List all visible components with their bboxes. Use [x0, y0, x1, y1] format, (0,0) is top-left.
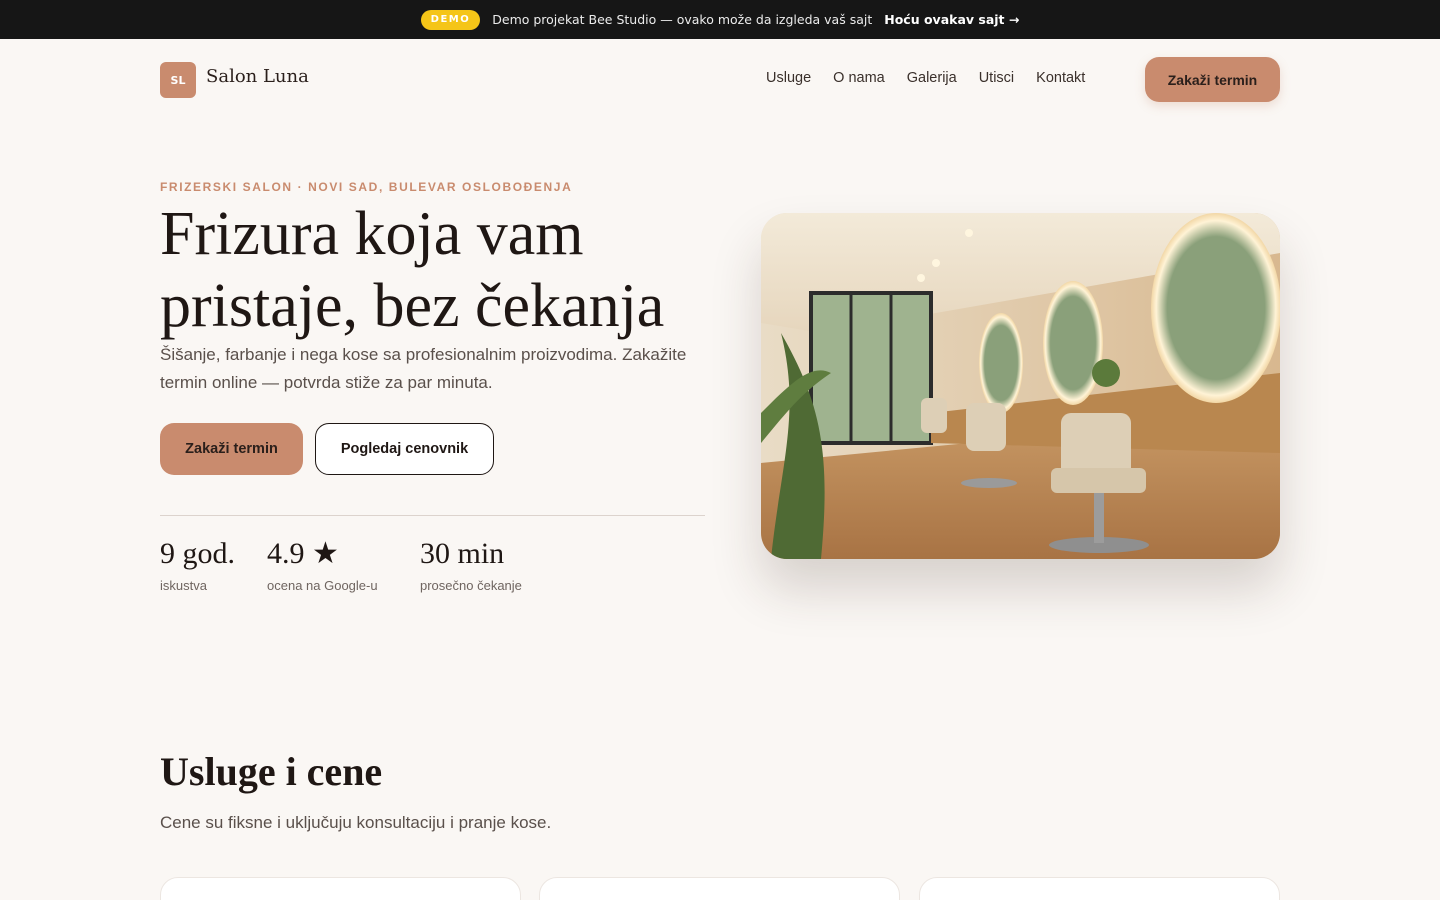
demo-banner: DEMO Demo projekat Bee Studio — ovako mo…: [0, 0, 1440, 39]
demo-banner-text: Demo projekat Bee Studio — ovako može da…: [492, 12, 873, 27]
stat-label: ocena na Google-u: [267, 578, 378, 593]
services-subtitle: Cene su fiksne i uključuju konsultaciju …: [160, 813, 552, 832]
salon-interior-image: [761, 213, 1280, 559]
price-list-button[interactable]: Pogledaj cenovnik: [315, 423, 494, 475]
stat-value: 9 god.: [160, 537, 235, 570]
nav-link-galerija[interactable]: Galerija: [907, 70, 957, 86]
hero-eyebrow: FRIZERSKI SALON · NOVI SAD, BULEVAR OSLO…: [160, 180, 573, 194]
stat-value: 4.9 ★: [267, 537, 339, 570]
service-card[interactable]: [919, 877, 1280, 900]
hero-title: Frizura koja vam pristaje, bez čekanja: [160, 200, 665, 340]
demo-badge: DEMO: [420, 9, 481, 30]
stat-value: 30 min: [420, 537, 505, 570]
nav-link-usluge[interactable]: Usluge: [766, 70, 811, 86]
nav-link-kontakt[interactable]: Kontakt: [1036, 70, 1085, 86]
nav-link-o-nama[interactable]: O nama: [833, 70, 885, 86]
service-card[interactable]: [539, 877, 900, 900]
services-title: Usluge i cene: [160, 749, 383, 794]
brand-name[interactable]: Salon Luna: [206, 66, 309, 87]
stat-label: iskustva: [160, 578, 207, 593]
hero-subtitle: Šišanje, farbanje i nega kose sa profesi…: [160, 345, 687, 392]
main-nav: Usluge O nama Galerija Utisci Kontakt: [766, 70, 1085, 86]
demo-cta-link[interactable]: Hoću ovakav sajt →: [884, 12, 1019, 27]
nav-link-utisci[interactable]: Utisci: [979, 70, 1014, 86]
header-book-button[interactable]: Zakaži termin: [1145, 57, 1280, 102]
stat-wait-time: 30 min prosečno čekanje: [420, 534, 522, 593]
logo-badge[interactable]: SL: [160, 62, 196, 98]
hero-book-button[interactable]: Zakaži termin: [160, 423, 303, 475]
stat-rating: 4.9 ★ ocena na Google-u: [267, 534, 378, 593]
stats-divider: [160, 515, 705, 516]
stat-label: prosečno čekanje: [420, 578, 522, 593]
service-card[interactable]: [160, 877, 521, 900]
stat-experience: 9 god. iskustva: [160, 534, 235, 593]
